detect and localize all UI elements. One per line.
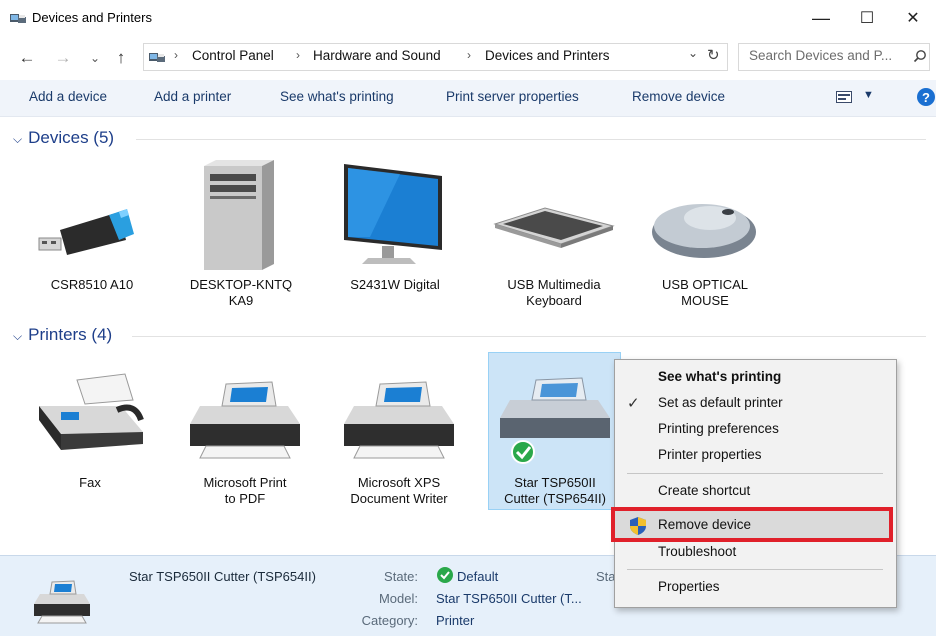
category-label: Category: <box>361 613 418 628</box>
selected-device-name: Star TSP650II Cutter (TSP654II) <box>129 569 316 584</box>
search-icon[interactable] <box>913 49 927 63</box>
breadcrumb-devices-and-printers[interactable]: Devices and Printers <box>485 48 610 63</box>
printers-group-title: Printers (4) <box>28 325 113 344</box>
device-label: USB OPTICAL <box>662 277 748 292</box>
breadcrumb-separator[interactable]: › <box>467 48 471 62</box>
usb-dongle-icon <box>38 209 134 255</box>
menu-separator <box>627 569 883 570</box>
devices-group-title: Devices (5) <box>28 128 115 147</box>
annotation-highlight-box <box>611 507 893 542</box>
remove-device-button[interactable]: Remove device <box>632 89 725 104</box>
menu-item-create-shortcut[interactable]: Create shortcut <box>658 483 750 498</box>
change-view-icon[interactable] <box>836 91 852 103</box>
breadcrumb-control-panel[interactable]: Control Panel <box>192 48 274 63</box>
fax-icon <box>39 373 144 450</box>
devices-printers-icon <box>10 14 26 23</box>
category-value: Printer <box>436 613 475 628</box>
devices-printers-icon <box>149 53 165 62</box>
monitor-icon <box>344 164 442 264</box>
group-divider <box>136 139 926 140</box>
printer-label: Microsoft Print <box>203 475 287 490</box>
window-title: Devices and Printers <box>32 10 152 25</box>
checkmark-icon: ✓ <box>627 395 640 412</box>
device-label: CSR8510 A10 <box>50 277 134 292</box>
desktop-tower-icon <box>204 160 274 270</box>
device-label: KA9 <box>228 293 254 308</box>
device-item[interactable]: S2431W Digital <box>330 160 460 293</box>
default-check-icon <box>511 440 535 464</box>
device-item[interactable]: USB OPTICAL MOUSE <box>640 160 770 309</box>
state-label: State: <box>384 569 418 584</box>
printers-group-header[interactable]: ⌵ Printers (4) <box>13 325 112 345</box>
printer-icon <box>34 580 90 624</box>
device-label: MOUSE <box>681 293 729 308</box>
forward-button[interactable]: → <box>52 44 74 72</box>
address-dropdown-button[interactable]: ⌄ <box>688 46 698 60</box>
print-server-properties-button[interactable]: Print server properties <box>446 89 579 104</box>
device-label: DESKTOP-KNTQ <box>189 277 293 292</box>
status-label-truncated: Sta <box>596 569 616 584</box>
mouse-icon <box>652 204 756 258</box>
collapse-chevron-icon[interactable]: ⌵ <box>13 132 22 146</box>
group-divider <box>132 336 926 337</box>
add-device-button[interactable]: Add a device <box>29 89 107 104</box>
printer-label: Cutter (TSP654II) <box>504 491 606 506</box>
breadcrumb-hardware-and-sound[interactable]: Hardware and Sound <box>313 48 441 63</box>
printer-label: Document Writer <box>350 491 448 506</box>
menu-item-troubleshoot[interactable]: Troubleshoot <box>658 544 736 559</box>
back-button[interactable]: ← <box>16 44 38 72</box>
menu-item-properties[interactable]: Properties <box>658 579 720 594</box>
refresh-button[interactable]: ↻ <box>707 46 720 64</box>
printer-icon <box>500 377 610 464</box>
recent-locations-button[interactable]: ⌄ <box>84 44 106 72</box>
breadcrumb-separator[interactable]: › <box>296 48 300 62</box>
maximize-button[interactable]: ☐ <box>844 2 890 34</box>
devices-group-header[interactable]: ⌵ Devices (5) <box>13 128 114 148</box>
device-item[interactable]: CSR8510 A10 <box>27 160 157 293</box>
search-input[interactable]: Search Devices and P... <box>749 48 892 63</box>
menu-separator <box>627 473 883 474</box>
view-dropdown-button[interactable]: ▼ <box>863 89 874 101</box>
model-value: Star TSP650II Cutter (T... <box>436 591 582 606</box>
add-printer-button[interactable]: Add a printer <box>154 89 231 104</box>
printer-label: Fax <box>79 475 101 490</box>
printer-item[interactable]: Star TSP650II Cutter (TSP654II) <box>490 372 620 507</box>
printer-item[interactable]: Microsoft XPS Document Writer <box>334 372 464 507</box>
printer-label: to PDF <box>224 491 266 506</box>
device-item[interactable]: USB Multimedia Keyboard <box>489 160 619 309</box>
see-whats-printing-button[interactable]: See what's printing <box>280 89 394 104</box>
printer-item[interactable]: Fax <box>25 372 155 491</box>
device-item[interactable]: DESKTOP-KNTQ KA9 <box>176 160 306 309</box>
model-label: Model: <box>378 591 418 606</box>
minimize-button[interactable]: — <box>798 2 844 34</box>
printer-label: Star TSP650II <box>514 475 596 490</box>
device-label: S2431W Digital <box>350 277 440 292</box>
printer-item[interactable]: Microsoft Print to PDF <box>180 372 310 507</box>
default-check-icon <box>437 567 453 583</box>
up-button[interactable]: ↑ <box>110 44 132 72</box>
menu-item-printer-properties[interactable]: Printer properties <box>658 447 762 462</box>
printer-icon <box>344 381 454 459</box>
printer-icon <box>190 381 300 459</box>
menu-item-see-whats-printing[interactable]: See what's printing <box>658 369 781 384</box>
device-label: USB Multimedia <box>507 277 601 292</box>
keyboard-icon <box>493 207 615 248</box>
help-icon[interactable]: ? <box>917 88 935 106</box>
menu-item-set-default[interactable]: Set as default printer <box>658 395 783 410</box>
close-button[interactable]: ✕ <box>890 2 936 34</box>
breadcrumb-separator[interactable]: › <box>174 48 178 62</box>
printer-label: Microsoft XPS <box>357 475 441 490</box>
state-value: Default <box>457 569 499 584</box>
menu-item-printing-preferences[interactable]: Printing preferences <box>658 421 779 436</box>
collapse-chevron-icon[interactable]: ⌵ <box>13 329 22 343</box>
device-label: Keyboard <box>526 293 582 308</box>
